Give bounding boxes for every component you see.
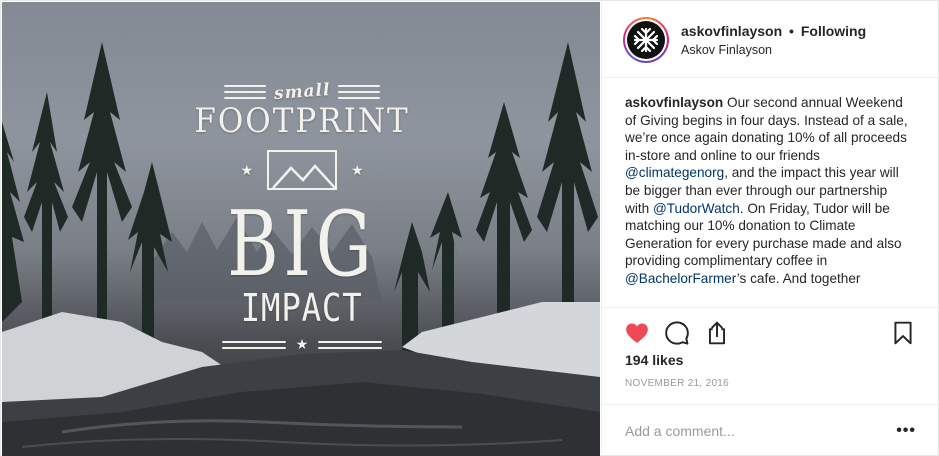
save-button[interactable]	[890, 320, 916, 346]
post-header: askovfinlayson • Following Askov Finlays…	[602, 2, 939, 78]
decor-lines-right	[338, 85, 381, 99]
mention-link-bachelorfarmer[interactable]: @BachelorFarmer	[625, 271, 737, 286]
mention-link-climategenorg[interactable]: @climategenorg	[625, 165, 724, 180]
decor-lines-left	[223, 85, 266, 99]
star-icon: ★	[351, 161, 364, 178]
separator-dot: •	[789, 22, 794, 39]
header-username[interactable]: askovfinlayson	[681, 23, 782, 39]
header-text: askovfinlayson • Following Askov Finlays…	[681, 23, 866, 57]
like-button[interactable]	[624, 320, 650, 346]
post-side-panel: askovfinlayson • Following Askov Finlays…	[601, 2, 939, 456]
overlay-icon-row: ★ ★	[202, 148, 402, 192]
decor-lines-right	[318, 340, 383, 349]
post-caption: askovfinlayson Our second annual Weekend…	[625, 94, 915, 307]
likes-count[interactable]: 194 likes	[625, 352, 683, 368]
more-options-button[interactable]: •••	[896, 422, 916, 440]
mountain-picture-icon	[267, 150, 337, 190]
header-display-name: Askov Finlayson	[681, 42, 773, 57]
share-button[interactable]	[704, 320, 730, 346]
speech-bubble-icon	[665, 321, 689, 345]
overlay-footprint-text: FOOTPRINT	[194, 101, 410, 141]
heart-filled-icon	[626, 323, 648, 343]
caption-text: ’s cafe. And together	[736, 270, 861, 286]
small-text-row: small	[202, 80, 402, 104]
overlay-big-text: BIG	[227, 192, 377, 297]
overlay-impact-text: IMPACT	[241, 286, 363, 330]
post-date[interactable]: NOVEMBER 21, 2016	[625, 378, 729, 389]
overlay-bottom-row: ★	[202, 336, 402, 353]
brand-logo-icon	[633, 27, 659, 52]
share-icon	[708, 321, 726, 345]
comment-bar: •••	[602, 404, 939, 456]
decor-lines-left	[221, 340, 286, 349]
star-icon: ★	[240, 161, 253, 178]
mention-link-tudorwatch[interactable]: @TudorWatch	[653, 201, 740, 216]
following-button[interactable]: Following	[801, 23, 866, 39]
instagram-post: small FOOTPRINT ★ ★ BIG IMPACT ★ askovfi…	[0, 0, 939, 456]
avatar[interactable]	[623, 16, 669, 63]
action-bar	[602, 307, 939, 357]
header-line: askovfinlayson • Following	[681, 23, 866, 39]
post-image[interactable]: small FOOTPRINT ★ ★ BIG IMPACT ★	[2, 2, 600, 456]
typography-overlay: small FOOTPRINT ★ ★ BIG IMPACT ★	[194, 80, 407, 382]
comment-button[interactable]	[664, 320, 690, 346]
caption-username[interactable]: askovfinlayson	[625, 95, 723, 110]
star-icon: ★	[295, 336, 309, 352]
comment-input[interactable]	[625, 422, 897, 439]
bookmark-icon	[894, 321, 912, 345]
